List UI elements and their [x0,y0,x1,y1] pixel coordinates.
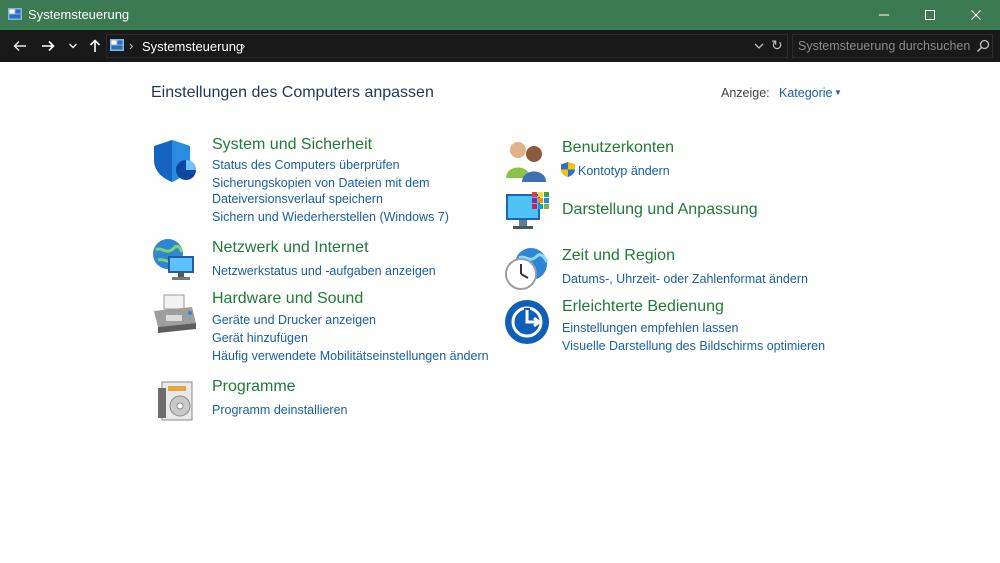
breadcrumb-separator-icon[interactable]: › [241,38,245,53]
page-title: Einstellungen des Computers anpassen [151,84,434,101]
user-accounts-icon[interactable] [504,138,550,184]
link-network-status-tasks[interactable]: Netzwerkstatus und -aufgaben anzeigen [212,263,436,279]
recent-locations-button[interactable] [64,34,82,58]
printer-icon[interactable] [152,293,198,339]
category-title-user-accounts[interactable]: Benutzerkonten [562,139,674,157]
chevron-down-icon[interactable] [753,40,765,52]
category-title-network-internet[interactable]: Netzwerk und Internet [212,239,369,257]
breadcrumb-separator-icon[interactable]: › [129,38,133,53]
breadcrumb-item[interactable]: Systemsteuerung [142,39,243,54]
link-date-time-number-format[interactable]: Datums-, Uhrzeit- oder Zahlenformat ände… [562,271,808,287]
link-file-history-backup[interactable]: Sicherungskopien von Dateien mit dem [212,175,429,191]
up-button[interactable] [84,34,106,58]
link-devices-printers[interactable]: Geräte und Drucker anzeigen [212,312,376,328]
back-button[interactable] [8,34,32,58]
link-recommend-settings[interactable]: Einstellungen empfehlen lassen [562,320,739,336]
search-icon[interactable] [976,39,990,53]
category-title-system-security[interactable]: System und Sicherheit [212,136,372,154]
arrow-up-icon [89,39,101,52]
search-box[interactable]: Systemsteuerung durchsuchen [792,34,993,58]
address-bar[interactable]: › Systemsteuerung › ↻ [106,34,788,58]
caret-down-icon[interactable]: ▼ [834,88,842,97]
link-backup-restore-win7[interactable]: Sichern und Wiederherstellen (Windows 7) [212,209,449,225]
minimize-button[interactable] [861,0,907,30]
arrow-left-icon [13,41,26,51]
link-mobility-settings[interactable]: Häufig verwendete Mobilitätseinstellunge… [212,348,489,364]
category-title-programs[interactable]: Programme [212,378,296,396]
link-add-device[interactable]: Gerät hinzufügen [212,330,308,346]
clock-globe-icon[interactable] [503,246,549,292]
monitor-palette-icon[interactable] [504,190,550,236]
ease-of-access-icon[interactable] [504,299,550,345]
close-button[interactable] [953,0,999,30]
category-title-time-region[interactable]: Zeit und Region [562,247,675,265]
view-by-dropdown[interactable]: Kategorie [779,86,833,100]
link-check-computer-status[interactable]: Status des Computers überprüfen [212,157,400,173]
refresh-icon[interactable]: ↻ [771,37,783,54]
close-icon [971,10,981,20]
maximize-icon [925,10,935,20]
window-title: Systemsteuerung [28,7,130,22]
link-file-history-backup-cont[interactable]: Dateiversionsverlauf speichern [212,191,383,207]
control-panel-icon [8,8,22,20]
category-title-ease-of-access[interactable]: Erleichterte Bedienung [562,298,724,316]
view-by-label: Anzeige: [721,86,770,100]
programs-box-icon[interactable] [154,378,200,424]
link-optimize-visual-display[interactable]: Visuelle Darstellung des Bildschirms opt… [562,338,825,354]
shield-icon[interactable] [152,138,198,184]
title-bar[interactable]: Systemsteuerung [0,0,1000,30]
chevron-down-icon [69,43,77,49]
minimize-icon [879,14,889,16]
navigation-bar: › Systemsteuerung › ↻ Systemsteuerung du… [0,30,1000,62]
uac-shield-icon [561,162,575,177]
control-panel-icon [110,39,124,51]
category-title-hardware-sound[interactable]: Hardware und Sound [212,290,363,308]
link-uninstall-program[interactable]: Programm deinstallieren [212,402,347,418]
category-title-appearance-personalization[interactable]: Darstellung und Anpassung [562,201,758,219]
arrow-right-icon [42,40,55,52]
link-change-account-type[interactable]: Kontotyp ändern [578,163,670,179]
maximize-button[interactable] [907,0,953,30]
forward-button[interactable] [36,34,60,58]
search-input[interactable]: Systemsteuerung durchsuchen [798,39,970,53]
network-globe-icon[interactable] [152,236,198,282]
